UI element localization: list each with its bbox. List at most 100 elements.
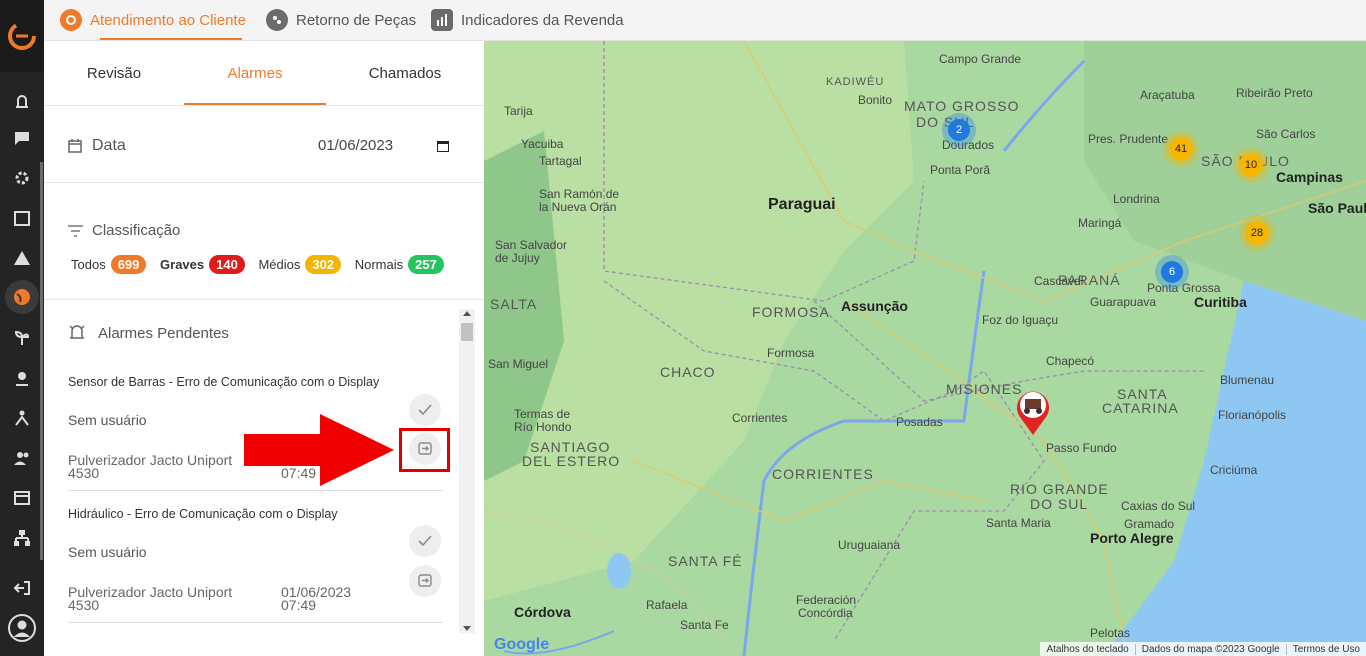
filter-todos[interactable]: Todos 699 [71, 255, 156, 274]
map-view[interactable]: KADIWÉU MATO GROSSO DO SUL Paraguai FORM… [484, 41, 1366, 656]
map-cluster[interactable]: 28 [1245, 221, 1269, 245]
map-city-label: Tarija [504, 104, 533, 118]
map-city-label: Corrientes [732, 411, 788, 425]
map-region-label: RIO GRANDE [1010, 481, 1109, 497]
bar-chart-icon [431, 9, 453, 31]
alarm-divider [68, 490, 443, 491]
sidebar-warning-icon[interactable] [12, 248, 32, 268]
sidebar-globe-icon[interactable] [5, 280, 39, 314]
map-city-label: Formosa [767, 346, 815, 360]
sidebar-network-icon[interactable] [12, 528, 32, 548]
sidebar-location-icon[interactable] [12, 368, 32, 388]
date-input[interactable]: 01/06/2023 [318, 137, 393, 154]
map-city-label: Santa Fe [680, 618, 729, 632]
filter-graves-label: Graves [160, 257, 205, 272]
tab-retorno-pecas[interactable]: Retorno de Peças [266, 0, 416, 40]
filter-icon [68, 225, 83, 237]
sidebar-alarm-icon[interactable] [12, 90, 32, 110]
tab-indicadores[interactable]: Indicadores da Revenda [431, 0, 624, 40]
scroll-up-arrow[interactable] [463, 311, 471, 316]
map-city-label: San Salvador [495, 238, 568, 252]
filter-graves[interactable]: Graves 140 [160, 255, 255, 274]
filter-normais-count: 257 [408, 255, 444, 274]
map-city-label: de Jujuy [495, 251, 540, 265]
map-city-label: Dourados [942, 138, 995, 152]
map-cluster[interactable]: 6 [1161, 261, 1183, 283]
map-cluster[interactable]: 10 [1239, 153, 1263, 177]
alarm-list-scrollbar[interactable] [459, 309, 475, 633]
filter-graves-count: 140 [209, 255, 245, 274]
alarm-2-open-ticket-button[interactable] [409, 565, 441, 597]
map-city-label: Río Hondo [514, 420, 572, 434]
map-city-label: Yacuiba [521, 137, 564, 151]
map-city-label: Foz do Iguaçu [982, 313, 1059, 327]
sidebar-chat-icon[interactable] [12, 128, 32, 148]
sidebar-logout-icon[interactable] [12, 578, 32, 598]
terms-link[interactable]: Termos de Uso [1285, 643, 1366, 655]
tab-atendimento[interactable]: Atendimento ao Cliente [60, 0, 246, 40]
map-city-label: Ponta Porã [930, 163, 991, 177]
red-arrow-annotation [244, 414, 394, 486]
alarm-1-confirm-button[interactable] [409, 394, 441, 426]
alarm-1-device: Pulverizador Jacto Uniport 4530 [68, 453, 248, 481]
date-label: Data [92, 137, 126, 154]
sub-tabs: Revisão Alarmes Chamados [44, 41, 484, 106]
sidebar-users-icon[interactable] [12, 448, 32, 468]
map-city-label: San Ramón de [539, 187, 620, 201]
map-city-label: Federación [796, 593, 857, 607]
sidebar-plant-icon[interactable] [12, 328, 32, 348]
app-sidebar [0, 0, 44, 656]
app-logo[interactable] [0, 0, 44, 72]
map-city-label: Santa Maria [986, 516, 1051, 530]
map-city-label: Posadas [896, 415, 943, 429]
subtab-alarmes[interactable]: Alarmes [184, 41, 326, 105]
map-city-label: Bonito [858, 93, 893, 107]
alarm-1-user: Sem usuário [68, 412, 147, 428]
map-cluster[interactable]: 41 [1169, 137, 1193, 161]
map-city-label: Cascavel [1034, 274, 1084, 288]
top-bar: Atendimento ao Cliente Retorno de Peças … [44, 0, 1366, 41]
red-highlight-box [399, 428, 450, 472]
sidebar-scrollbar[interactable] [40, 162, 43, 560]
subtab-chamados[interactable]: Chamados [326, 41, 484, 105]
map-cluster[interactable]: 2 [948, 119, 970, 141]
map-region-label: FORMOSA [752, 304, 830, 320]
alarm-2-time: 07:49 [281, 597, 317, 613]
map-data-credit: Dados do mapa ©2023 Google [1134, 643, 1286, 655]
map-country-label: Paraguai [768, 196, 836, 213]
alarm-2-user: Sem usuário [68, 544, 147, 560]
filter-todos-count: 699 [110, 255, 147, 274]
scroll-down-arrow[interactable] [463, 626, 471, 631]
map-city-label: Blumenau [1220, 373, 1275, 387]
filter-medios[interactable]: Médios 302 [258, 255, 351, 274]
check-icon [418, 535, 432, 547]
user-avatar-icon[interactable] [8, 614, 36, 642]
tab-indicadores-label: Indicadores da Revenda [461, 11, 624, 29]
sidebar-list-icon[interactable] [12, 488, 32, 508]
alarm-2-confirm-button[interactable] [409, 525, 441, 557]
map-city-label: Rafaela [646, 598, 688, 612]
map-region-label: CATARINA [1102, 400, 1179, 416]
map-marker-icon[interactable] [1014, 387, 1052, 437]
scrollbar-thumb[interactable] [461, 323, 473, 341]
map-city-label: Londrina [1113, 192, 1160, 206]
filter-normais-label: Normais [354, 257, 404, 272]
alarm-1-device-line2: 4530 [68, 465, 100, 481]
map-city-label: Pelotas [1090, 626, 1131, 640]
sidebar-hierarchy-icon[interactable] [12, 408, 32, 428]
keyboard-shortcuts-link[interactable]: Atalhos do teclado [1040, 644, 1134, 655]
check-icon [418, 404, 432, 416]
date-picker-icon[interactable] [436, 139, 450, 153]
filter-normais[interactable]: Normais 257 [354, 255, 454, 274]
map-city-label: Chapecó [1046, 354, 1095, 368]
map-region-label: CHACO [660, 364, 716, 380]
active-subtab-indicator [184, 103, 326, 105]
map-city-label: Florianópolis [1218, 408, 1287, 422]
map-city-label: Gramado [1124, 517, 1175, 531]
parts-icon [266, 9, 288, 31]
filter-medios-count: 302 [305, 255, 342, 274]
sidebar-calendar-icon[interactable] [12, 208, 32, 228]
pending-alarms-label: Alarmes Pendentes [98, 325, 229, 342]
sidebar-settings-icon[interactable] [12, 168, 32, 188]
subtab-revisao[interactable]: Revisão [44, 41, 184, 105]
